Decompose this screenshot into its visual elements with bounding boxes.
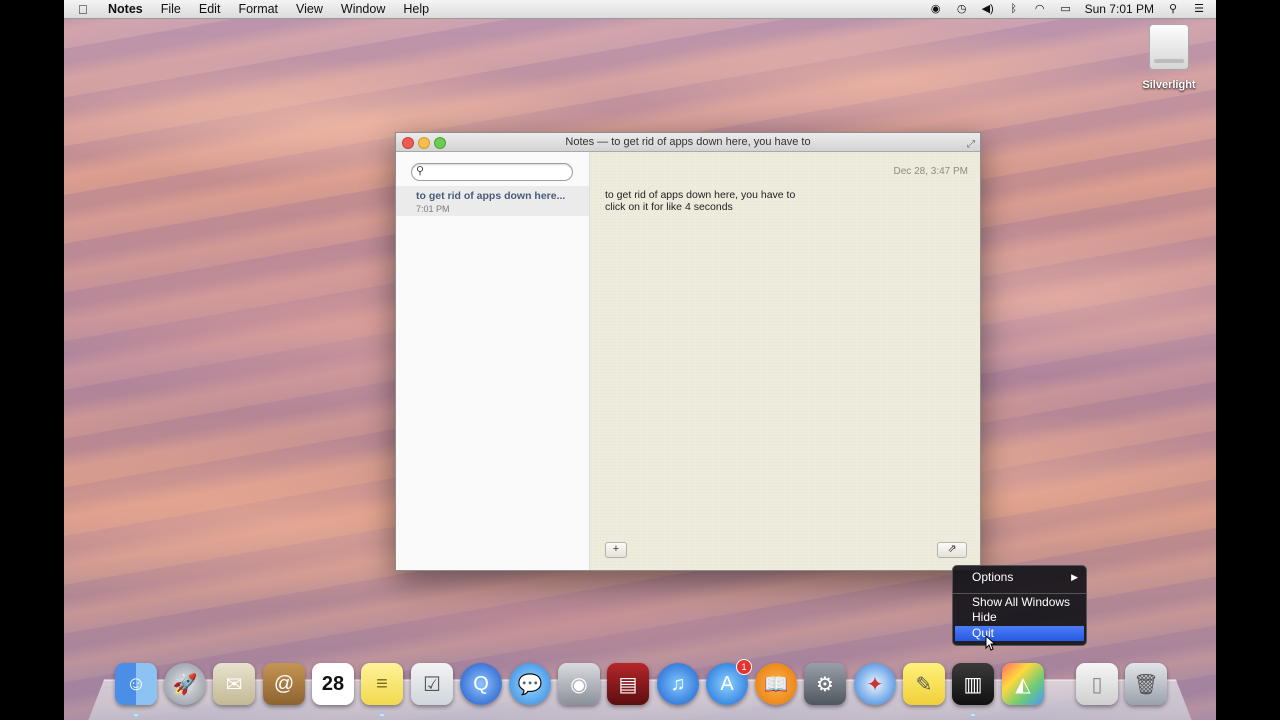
screen:  Notes File Edit Format View Window Hel…: [64, 0, 1216, 720]
dock-context-menu: Options ▶ Show All Windows Hide Quit: [952, 565, 1087, 646]
submenu-arrow-icon: ▶: [1071, 570, 1078, 585]
contacts-icon[interactable]: @: [263, 663, 305, 705]
running-indicator: [971, 714, 975, 716]
menu-item-hide[interactable]: Hide: [955, 610, 1084, 625]
menu-help[interactable]: Help: [403, 2, 429, 16]
system-preferences-icon[interactable]: ⚙: [804, 663, 846, 705]
reminders-icon[interactable]: ☑: [411, 663, 453, 705]
status-area: ◉ ◷ ◀) ᛒ ◠ ▭ Sun 7:01 PM ⚲ ☰: [929, 0, 1206, 18]
list-item[interactable]: to get rid of apps down here... 7:01 PM: [396, 186, 589, 216]
facetime-icon[interactable]: ◉: [558, 663, 600, 705]
disk-label[interactable]: Silverlight: [1124, 79, 1214, 91]
ibooks-icon[interactable]: 📖: [755, 663, 797, 705]
close-button[interactable]: [402, 137, 414, 149]
notification-center-icon[interactable]: ☰: [1192, 3, 1206, 15]
share-button[interactable]: ⇗: [937, 542, 967, 558]
minimize-button[interactable]: [418, 137, 430, 149]
menu-bar:  Notes File Edit Format View Window Hel…: [64, 0, 1216, 19]
zoom-button[interactable]: [434, 137, 446, 149]
search-field[interactable]: ⚲: [411, 163, 573, 181]
clock[interactable]: Sun 7:01 PM: [1085, 2, 1154, 16]
menu-edit[interactable]: Edit: [199, 2, 221, 16]
stickies-icon[interactable]: ✎: [903, 663, 945, 705]
photo-booth-icon[interactable]: ▤: [607, 663, 649, 705]
search-icon: ⚲: [416, 164, 424, 177]
mouse-cursor-icon: [985, 635, 997, 651]
note-line: click on it for like 4 seconds: [605, 201, 795, 213]
spotlight-icon[interactable]: ⚲: [1166, 3, 1180, 15]
launchpad-icon[interactable]: 🚀: [164, 663, 206, 705]
documents-stack-icon[interactable]: ▯: [1076, 663, 1118, 705]
messages-icon[interactable]: 💬: [509, 663, 551, 705]
apple-menu-icon[interactable]: : [78, 2, 94, 17]
dock: ☺ 🚀 ✉ @ 28 ≡ ☑ Q 💬 ◉ ▤ ♫ A1 📖 ⚙ ✦ ✎ ▥ ◭ …: [64, 660, 1216, 720]
itunes-icon[interactable]: ♫: [657, 663, 699, 705]
piano-app-icon[interactable]: ▥: [952, 663, 994, 705]
grapher-icon[interactable]: ◭: [1002, 663, 1044, 705]
running-indicator: [380, 714, 384, 716]
note-body[interactable]: to get rid of apps down here, you have t…: [605, 189, 795, 213]
menu-separator: [953, 593, 1086, 594]
time-machine-icon[interactable]: ◷: [955, 3, 969, 15]
notes-dock-icon[interactable]: ≡: [361, 663, 403, 705]
menu-item-options[interactable]: Options ▶: [955, 570, 1084, 585]
calendar-icon[interactable]: 28: [312, 663, 354, 705]
note-item-title: to get rid of apps down here...: [416, 190, 565, 202]
menu-view[interactable]: View: [296, 2, 323, 16]
safari-icon[interactable]: ✦: [854, 663, 896, 705]
wifi-icon[interactable]: ◠: [1033, 3, 1047, 15]
menu-item-label: Options: [972, 570, 1013, 584]
note-line: to get rid of apps down here, you have t…: [605, 189, 795, 201]
disk-icon[interactable]: [1145, 24, 1191, 70]
app-menu[interactable]: Notes: [108, 2, 143, 16]
app-store-icon[interactable]: A1: [706, 663, 748, 705]
menu-format[interactable]: Format: [238, 2, 278, 16]
update-badge: 1: [736, 659, 752, 675]
menu-item-quit[interactable]: Quit: [955, 626, 1084, 641]
trash-icon[interactable]: 🗑: [1125, 663, 1167, 705]
title-bar[interactable]: Notes — to get rid of apps down here, yo…: [396, 133, 980, 152]
mail-icon[interactable]: ✉: [213, 663, 255, 705]
finder-icon[interactable]: ☺: [115, 663, 157, 705]
bluetooth-icon[interactable]: ᛒ: [1007, 3, 1021, 15]
menu-item-show-all-windows[interactable]: Show All Windows: [955, 595, 1084, 610]
note-date: Dec 28, 3:47 PM: [894, 166, 968, 177]
record-icon[interactable]: ◉: [929, 3, 943, 15]
quicktime-icon[interactable]: Q: [460, 663, 502, 705]
window-title: Notes — to get rid of apps down here, yo…: [565, 136, 810, 148]
calendar-day: 28: [322, 673, 344, 696]
battery-icon[interactable]: ▭: [1059, 3, 1073, 15]
notes-window: Notes — to get rid of apps down here, yo…: [395, 132, 981, 571]
notes-list: ⚲ to get rid of apps down here... 7:01 P…: [396, 152, 590, 570]
add-note-button[interactable]: +: [605, 542, 627, 558]
running-indicator: [134, 714, 138, 716]
volume-icon[interactable]: ◀): [981, 3, 995, 15]
menu-window[interactable]: Window: [341, 2, 385, 16]
menu-file[interactable]: File: [161, 2, 181, 16]
note-item-time: 7:01 PM: [416, 204, 450, 214]
note-editor[interactable]: Dec 28, 3:47 PM to get rid of apps down …: [590, 152, 980, 570]
